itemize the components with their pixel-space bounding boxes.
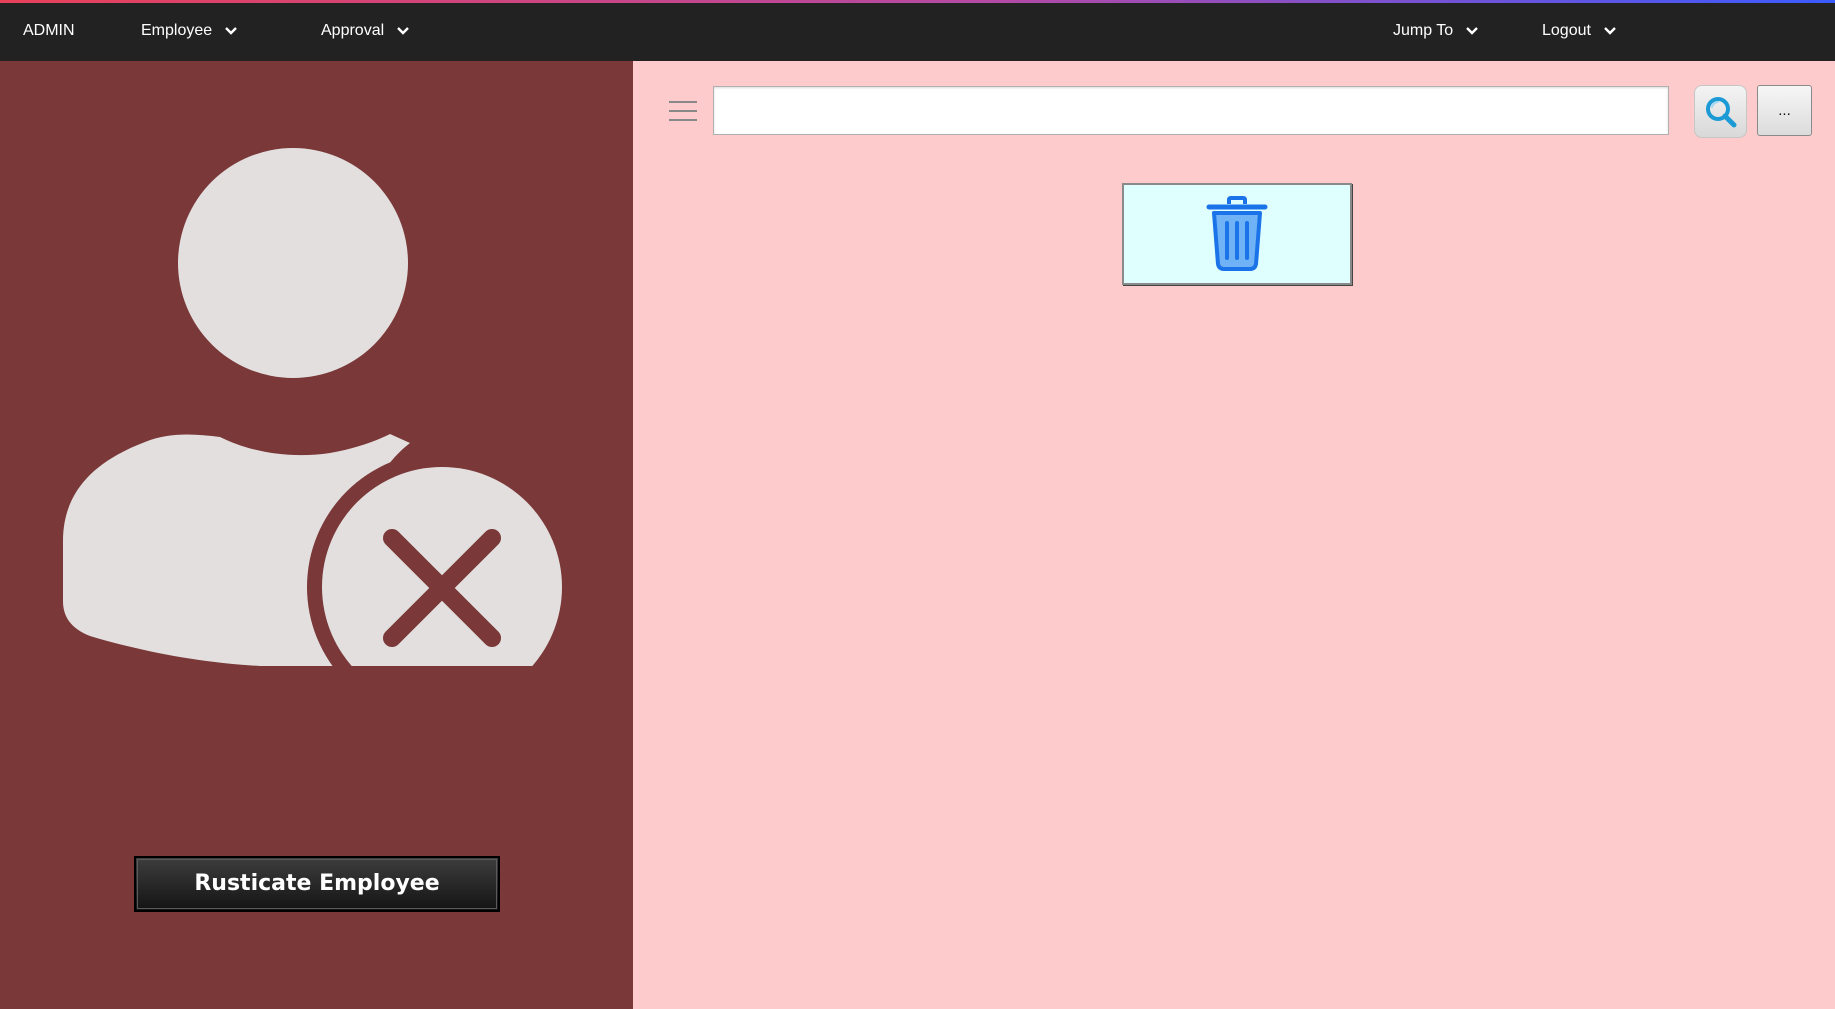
nav-employee-dropdown[interactable]: Employee (141, 22, 238, 40)
delete-button[interactable] (1122, 183, 1352, 285)
chevron-down-icon (397, 27, 410, 35)
user-remove-icon (63, 148, 577, 722)
magnifier-icon (1705, 96, 1736, 127)
chevron-down-icon (1604, 27, 1616, 35)
nav-employee-label: Employee (141, 22, 213, 39)
right-panel: ... (633, 61, 1835, 1009)
nav-approval-label: Approval (321, 22, 385, 39)
chevron-down-icon (225, 27, 238, 35)
nav-approval-dropdown[interactable]: Approval (321, 22, 410, 40)
nav-jump-to-label: Jump To (1393, 22, 1454, 39)
trash-icon (1206, 196, 1268, 271)
navbar-accent-strip (0, 0, 1835, 3)
hamburger-icon[interactable] (669, 101, 697, 123)
search-input[interactable] (713, 86, 1669, 135)
more-options-button[interactable]: ... (1757, 85, 1812, 136)
nav-logout-dropdown[interactable]: Logout (1542, 22, 1617, 40)
top-navbar: ADMIN Employee Approval Jump To Logout (0, 0, 1835, 61)
rusticate-employee-button[interactable]: Rusticate Employee (134, 856, 500, 912)
nav-logout-label: Logout (1542, 22, 1591, 39)
nav-brand-label: ADMIN (23, 22, 75, 39)
left-panel: Rusticate Employee (0, 61, 633, 1009)
search-button[interactable] (1694, 85, 1747, 138)
chevron-down-icon (1466, 27, 1479, 35)
nav-brand-admin[interactable]: ADMIN (23, 22, 75, 40)
avatar (60, 146, 577, 722)
nav-jump-to-dropdown[interactable]: Jump To (1393, 22, 1479, 40)
